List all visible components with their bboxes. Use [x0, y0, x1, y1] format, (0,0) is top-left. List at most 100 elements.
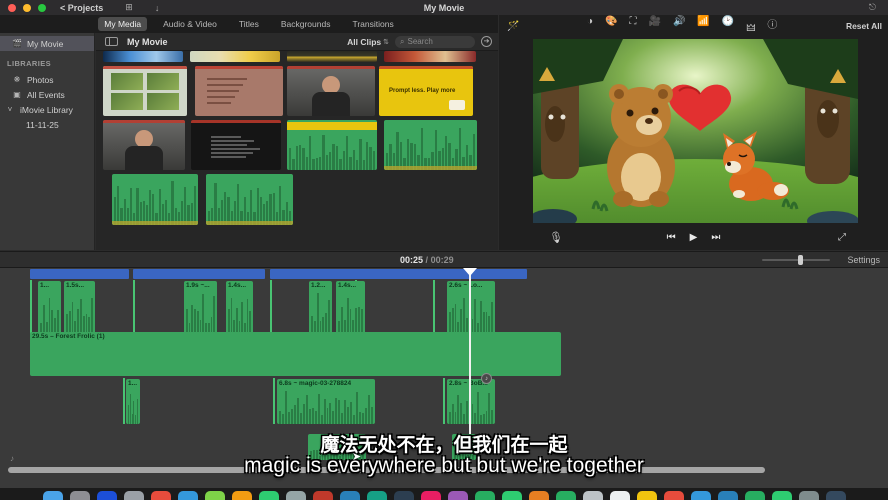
dock-app-icon[interactable]: [394, 491, 414, 500]
dock-app-icon[interactable]: [43, 491, 63, 500]
timeline-clip[interactable]: 1.5s...: [64, 281, 95, 334]
dock-app-icon[interactable]: [610, 491, 630, 500]
color-balance-icon[interactable]: ◑: [587, 16, 593, 37]
timeline-clip[interactable]: 29.5s – Forest Frolic (1): [30, 332, 561, 376]
timeline-clip[interactable]: 1.9s ~...: [184, 281, 217, 334]
timeline-zoom-slider[interactable]: [762, 259, 830, 261]
media-thumbnail-browser-shot[interactable]: [103, 66, 187, 116]
media-thumbnail-audio-spikes[interactable]: [384, 120, 477, 170]
filters-icon[interactable]: 🜲: [746, 16, 755, 37]
media-thumbnail-code-screen[interactable]: [191, 120, 281, 170]
speed-icon[interactable]: 🕑: [722, 16, 734, 37]
clips-filter-dropdown[interactable]: All Clips: [347, 37, 381, 47]
stabilization-icon[interactable]: 🎥: [649, 16, 661, 37]
media-thumbnail-document[interactable]: [195, 66, 283, 116]
media-thumbnail-audio-spikes[interactable]: [112, 174, 198, 225]
preview-viewer[interactable]: [533, 39, 858, 223]
dock-app-icon[interactable]: [448, 491, 468, 500]
dock-app-icon[interactable]: [502, 491, 522, 500]
tab-backgrounds[interactable]: Backgrounds: [275, 17, 337, 31]
dock-app-icon[interactable]: [178, 491, 198, 500]
dock-app-icon[interactable]: [124, 491, 144, 500]
previous-frame-button[interactable]: ⏮: [667, 232, 676, 243]
dock-app-icon[interactable]: [583, 491, 603, 500]
timeline-video-bar[interactable]: [270, 269, 527, 279]
dock-app-icon[interactable]: [151, 491, 171, 500]
timeline-clip[interactable]: 2.8s ~ BoB...: [447, 379, 495, 424]
dock-app-icon[interactable]: [367, 491, 387, 500]
play-button[interactable]: ▶: [690, 232, 698, 243]
dock-app-icon[interactable]: [97, 491, 117, 500]
media-thumbnail-strip-blue[interactable]: [103, 51, 183, 62]
share-icon[interactable]: ⎋: [869, 2, 876, 13]
macos-dock[interactable]: [0, 488, 888, 500]
media-thumbnail-strip-red[interactable]: [384, 51, 476, 62]
timeline-clip[interactable]: 1.4s...: [226, 281, 253, 334]
playhead-marker[interactable]: [463, 268, 477, 276]
tab-audio-video[interactable]: Audio & Video: [157, 17, 223, 31]
media-thumbnail-strip-cream[interactable]: [190, 51, 280, 62]
dock-app-icon[interactable]: [70, 491, 90, 500]
search-input[interactable]: ⌕ Search: [395, 36, 475, 48]
media-thumbnail-yellow-slide[interactable]: Prompt less. Play more: [379, 66, 473, 116]
timeline-clip[interactable]: 1.4s...: [336, 281, 365, 334]
dock-app-icon[interactable]: [259, 491, 279, 500]
tab-titles[interactable]: Titles: [233, 17, 265, 31]
media-thumbnail-audio-yellowtop[interactable]: [287, 120, 377, 170]
noise-reduction-icon[interactable]: 📶: [697, 16, 709, 37]
volume-icon[interactable]: 🔊: [673, 16, 685, 37]
dock-app-icon[interactable]: [421, 491, 441, 500]
timeline-toolbar: 00:25 / 00:29 Settings: [0, 251, 888, 268]
clip-audio-badge-icon[interactable]: ♪: [481, 373, 492, 384]
sidebar-item-all-events[interactable]: ▣ All Events: [0, 87, 94, 102]
media-thumbnail-person[interactable]: [287, 66, 375, 116]
sidebar-toggle-icon[interactable]: [105, 37, 118, 46]
info-icon[interactable]: ⓘ: [767, 16, 777, 37]
sidebar-item-11-11-25[interactable]: 11-11-25: [0, 117, 94, 132]
dock-app-icon[interactable]: [205, 491, 225, 500]
timeline-clip[interactable]: 1...: [38, 281, 61, 334]
dock-app-icon[interactable]: [475, 491, 495, 500]
sidebar-item-imovie-library[interactable]: ˅ iMovie Library: [0, 102, 94, 117]
dock-app-icon[interactable]: [313, 491, 333, 500]
dock-app-icon[interactable]: [826, 491, 846, 500]
dock-app-icon[interactable]: [529, 491, 549, 500]
enhance-wand-icon[interactable]: 🪄: [507, 21, 519, 32]
reset-all-button[interactable]: Reset All: [846, 21, 882, 31]
tab-my-media[interactable]: My Media: [98, 17, 147, 31]
dock-app-icon[interactable]: [340, 491, 360, 500]
media-browser: My Media Audio & Video Titles Backgrounds Tr…: [96, 15, 498, 250]
zoom-slider-thumb[interactable]: [798, 255, 803, 265]
dock-app-icon[interactable]: [637, 491, 657, 500]
timeline-clip[interactable]: 1.2...: [309, 281, 332, 334]
dock-app-icon[interactable]: [718, 491, 738, 500]
dock-app-icon[interactable]: [745, 491, 765, 500]
dock-app-icon[interactable]: [799, 491, 819, 500]
media-thumbnail-audio-decay[interactable]: [206, 174, 293, 225]
fullscreen-icon[interactable]: ⤢: [838, 232, 846, 243]
dock-app-icon[interactable]: [286, 491, 306, 500]
timeline-video-bar[interactable]: [30, 269, 129, 279]
forward-circle-icon[interactable]: ➔: [481, 36, 492, 47]
dock-app-icon[interactable]: [664, 491, 684, 500]
timeline-clip[interactable]: 1...: [126, 379, 140, 424]
color-correction-icon[interactable]: 🎨: [605, 16, 617, 37]
dock-app-icon[interactable]: [772, 491, 792, 500]
sidebar-item-photos[interactable]: ❋ Photos: [0, 72, 94, 87]
next-frame-button[interactable]: ⏭: [711, 232, 720, 243]
timeline-clip[interactable]: 6.8s ~ magic-03-278824: [277, 379, 375, 424]
media-thumbnail-grid: Prompt less. Play more: [96, 51, 498, 250]
dock-app-icon[interactable]: [691, 491, 711, 500]
sidebar-item-my-movie[interactable]: 🎬 My Movie: [0, 36, 94, 51]
media-thumbnail-person[interactable]: [103, 120, 185, 170]
window-title: My Movie: [0, 3, 888, 13]
dock-app-icon[interactable]: [232, 491, 252, 500]
crop-icon[interactable]: ⛶: [630, 16, 637, 37]
media-thumbnail-strip-dark[interactable]: [287, 51, 377, 62]
tab-transitions[interactable]: Transitions: [346, 17, 399, 31]
playhead-line[interactable]: [469, 268, 471, 434]
timeline-clip[interactable]: 2.6s ~ Lo...: [447, 281, 495, 334]
timeline-video-bar[interactable]: [133, 269, 265, 279]
timeline-settings-button[interactable]: Settings: [847, 255, 880, 265]
dock-app-icon[interactable]: [556, 491, 576, 500]
